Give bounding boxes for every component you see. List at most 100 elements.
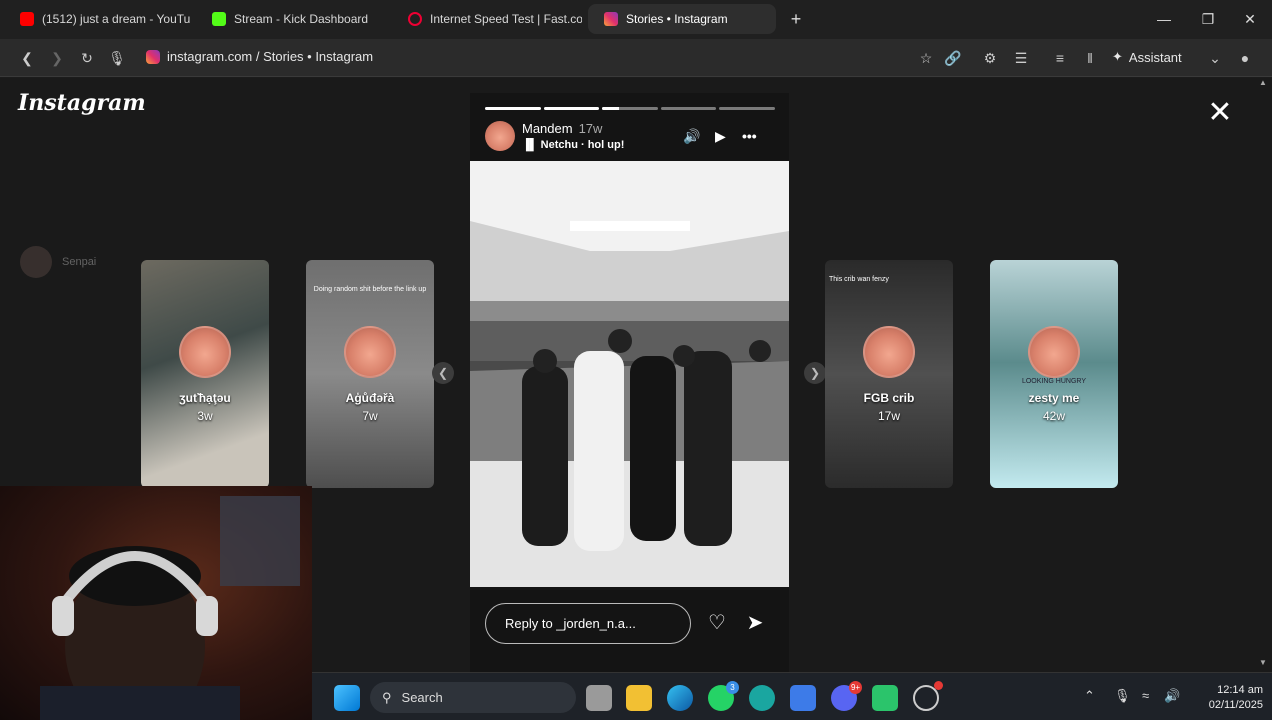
story-user-name: ʒuťħạţəu: [179, 391, 231, 405]
story-caption: This crib wan fenzy: [829, 276, 889, 283]
url-field[interactable]: instagram.com / Stories • Instagram: [146, 49, 373, 64]
progress-segment: [602, 107, 658, 110]
back-icon[interactable]: ❮: [17, 48, 37, 68]
search-label: Search: [401, 690, 443, 705]
url-text: instagram.com / Stories • Instagram: [167, 49, 374, 64]
tab-title: Stream - Kick Dashboard: [234, 12, 369, 26]
reload-icon[interactable]: ↻: [77, 48, 97, 68]
tab-title: (1512) just a dream - YouTube: [42, 12, 190, 26]
progress-segment: [485, 107, 541, 110]
story-caption: Doing random shit before the link up: [313, 286, 427, 293]
whatsapp-badge: 3: [726, 681, 739, 694]
profile-icon[interactable]: ●: [1235, 48, 1255, 68]
story-username[interactable]: Mandem: [522, 121, 573, 136]
progress-segment: [543, 107, 600, 110]
address-bar: ❮ ❯ ↻ 🎙 instagram.com / Stories • Instag…: [0, 39, 1272, 77]
whatsapp-icon[interactable]: 3: [708, 681, 739, 711]
more-options-icon[interactable]: •••: [742, 128, 757, 144]
avatar: [179, 326, 231, 378]
link-icon[interactable]: 🔗: [943, 48, 963, 68]
tray-chevron-up-icon[interactable]: ⌃: [1084, 688, 1095, 704]
extensions-icon[interactable]: ⚙: [980, 48, 1000, 68]
previous-story-icon[interactable]: ❮: [432, 362, 454, 384]
story-age: 7w: [362, 409, 378, 423]
youtube-icon: [20, 12, 34, 26]
story-card[interactable]: LOOKING HUNGRY zesty me 42w: [990, 260, 1118, 488]
microphone-icon[interactable]: 🎙: [107, 48, 127, 68]
avatar: [20, 246, 52, 278]
page-scrollbar[interactable]: ▲ ▼: [1258, 78, 1268, 672]
reading-list-icon[interactable]: ☰: [1011, 48, 1031, 68]
tab-title: Internet Speed Test | Fast.com: [430, 12, 582, 26]
story-progress: [485, 107, 775, 110]
restore-button[interactable]: ❐: [1188, 6, 1228, 32]
side-user-name: Senpai: [62, 256, 97, 268]
scroll-down-icon[interactable]: ▼: [1258, 658, 1268, 668]
store-icon[interactable]: [790, 685, 816, 711]
discord-icon[interactable]: 9+: [831, 681, 862, 711]
story-card[interactable]: This crib wan fenzy FGB crib 17w: [825, 260, 953, 488]
clock[interactable]: 12:14 am 02/11/2025: [1187, 683, 1263, 713]
tab-fast[interactable]: Internet Speed Test | Fast.com: [392, 4, 582, 34]
avatar: [1028, 326, 1080, 378]
edge-icon[interactable]: [667, 685, 693, 711]
discord-badge: 9+: [849, 681, 862, 694]
next-story-icon[interactable]: ❯: [804, 362, 826, 384]
forward-icon[interactable]: ❯: [47, 48, 67, 68]
windows-start-icon[interactable]: [334, 685, 360, 711]
browser-icon[interactable]: [749, 685, 775, 711]
new-tab-button[interactable]: +: [786, 8, 806, 30]
story-time: 17w: [578, 121, 603, 136]
progress-segment: [719, 107, 775, 110]
audio-wave-icon[interactable]: ‖: [1080, 48, 1100, 68]
minimize-button[interactable]: —: [1144, 6, 1184, 32]
story-user-name: Aģůđəřà: [345, 391, 395, 405]
send-icon[interactable]: ➤: [742, 610, 768, 636]
tab-instagram[interactable]: Stories • Instagram: [588, 4, 776, 34]
story-user-name: FGB crib: [863, 391, 915, 405]
tab-bar: (1512) just a dream - YouTube Stream - K…: [0, 0, 1272, 39]
story-photo[interactable]: [470, 161, 789, 587]
wifi-icon[interactable]: ≈: [1142, 688, 1149, 703]
play-icon[interactable]: ▶: [715, 128, 726, 145]
tab-youtube[interactable]: (1512) just a dream - YouTube: [4, 4, 190, 34]
tab-kick[interactable]: Stream - Kick Dashboard: [196, 4, 386, 34]
microphone-icon[interactable]: 🎙: [1114, 688, 1131, 704]
side-user[interactable]: Senpai: [20, 246, 96, 278]
assistant-button[interactable]: ✦ Assistant: [1112, 49, 1182, 65]
active-story: Mandem 17w ▐▌ Netchu · hol up! 🔊 ▶ ••• R…: [470, 93, 789, 673]
reply-input[interactable]: Reply to _jorden_n.a...: [485, 603, 691, 644]
close-icon[interactable]: ✕: [1204, 98, 1236, 130]
avatar[interactable]: [485, 121, 515, 151]
obs-icon[interactable]: [913, 681, 943, 711]
heart-icon[interactable]: ♡: [704, 610, 730, 636]
kick-icon: [212, 12, 226, 26]
tab-title: Stories • Instagram: [626, 12, 728, 26]
webcam-image: [40, 496, 300, 720]
story-card[interactable]: Doing random shit before the link up Aģů…: [306, 260, 434, 488]
volume-icon[interactable]: 🔊: [683, 128, 700, 145]
story-image: [470, 161, 789, 587]
close-window-button[interactable]: ✕: [1230, 6, 1270, 32]
star-icon[interactable]: ☆: [916, 48, 936, 68]
chevron-down-icon[interactable]: ⌄: [1205, 48, 1225, 68]
volume-icon[interactable]: 🔊: [1164, 688, 1180, 704]
story-card[interactable]: ʒuťħạţəu 3w: [141, 260, 269, 488]
webcam-overlay: [0, 486, 312, 720]
avatar: [344, 326, 396, 378]
story-music[interactable]: Netchu · hol up!: [541, 139, 625, 151]
file-explorer-icon[interactable]: [626, 685, 652, 711]
story-age: 17w: [877, 409, 900, 423]
taskbar-search[interactable]: ⚲ Search: [370, 682, 576, 713]
menu-lines-icon[interactable]: ≡: [1050, 48, 1070, 68]
story-age: 42w: [1042, 409, 1065, 423]
fast-icon: [408, 12, 422, 26]
avatar: [863, 326, 915, 378]
story-caption: LOOKING HUNGRY: [1021, 378, 1087, 385]
app-icon[interactable]: [872, 685, 898, 711]
instagram-logo[interactable]: Instagram: [18, 90, 146, 116]
taskbar: ⚲ Search 3 9+ ⌃ 🎙 ≈ 🔊 12:14 am 02/11/202…: [312, 672, 1272, 720]
scroll-up-icon[interactable]: ▲: [1258, 78, 1268, 88]
task-view-icon[interactable]: [586, 685, 612, 711]
story-age: 3w: [197, 409, 213, 423]
